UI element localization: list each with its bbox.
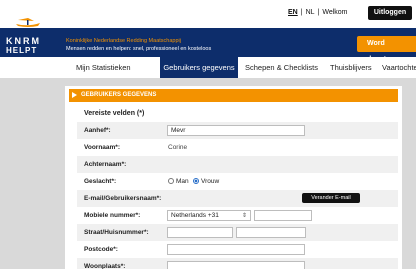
gender-man-label: Man (176, 178, 189, 185)
select-arrows-icon: ⇕ (241, 213, 247, 219)
woonplaats-row: Woonplaats*: (77, 258, 398, 269)
lang-en-link[interactable]: EN (288, 6, 298, 19)
tab-user-details[interactable]: Gebruikers gegevens (160, 57, 238, 78)
tab-thuisblijvers[interactable]: Thuisblijvers (330, 57, 380, 78)
logo-knrm-text: KNRM (6, 36, 41, 46)
woonplaats-label: Woonplaats*: (84, 263, 126, 269)
tab-ships-checklists[interactable]: Schepen & Checklists (245, 57, 325, 78)
welcome-text: Welkom (322, 9, 348, 16)
lifeboat-logo-icon (16, 18, 40, 27)
aanhef-label: Aanhef*: (84, 127, 111, 134)
country-code-value: Netherlands +31 (171, 212, 219, 219)
tab-statistics[interactable]: Mijn Statistieken (76, 57, 156, 78)
gender-vrouw-label: Vrouw (201, 178, 220, 185)
email-label: E-mail/Gebruikersnaam*: (84, 195, 162, 202)
required-fields-title: Vereiste velden (*) (84, 110, 145, 117)
voornaam-row: Voornaam*: Corine (77, 139, 398, 156)
postcode-row: Postcode*: (77, 241, 398, 258)
postcode-label: Postcode*: (84, 246, 118, 253)
email-row: E-mail/Gebruikersnaam*: Verander E-mail (77, 190, 398, 207)
postcode-input[interactable] (167, 244, 305, 255)
change-email-button[interactable]: Verander E-mail (302, 193, 360, 203)
section-header: GEBRUIKERS GEGEVENS (69, 89, 398, 102)
aanhef-row: Aanhef*: Mevr (77, 122, 398, 139)
achternaam-row: Achternaam*: (77, 156, 398, 173)
user-details-panel: GEBRUIKERS GEGEVENS Vereiste velden (*) … (65, 86, 402, 269)
achternaam-label: Achternaam*: (84, 161, 127, 168)
required-fields-row: Vereiste velden (*) (77, 105, 398, 122)
gender-man-radio[interactable] (168, 178, 174, 184)
triangle-icon (72, 92, 77, 98)
top-bar: EN | NL | Welkom Uitloggen (0, 0, 416, 28)
lang-nl-link[interactable]: NL (306, 6, 315, 19)
voornaam-label: Voornaam*: (84, 144, 120, 151)
aanhef-input[interactable]: Mevr (167, 125, 305, 136)
mobile-label: Mobiele nummer*: (84, 212, 141, 219)
voornaam-value: Corine (168, 144, 188, 151)
logo-helpt-text: HELPT (6, 46, 38, 55)
separator: | (300, 9, 303, 16)
separator: | (317, 9, 320, 16)
tab-vaartochten[interactable]: Vaartochte (382, 57, 416, 78)
street-row: Straat/Huisnummer*: (77, 224, 398, 241)
logout-button[interactable]: Uitloggen (368, 6, 412, 20)
country-code-select[interactable]: Netherlands +31 ⇕ (167, 210, 251, 221)
main-nav: Mijn Statistieken Gebruikers gegevens Sc… (0, 57, 416, 78)
woonplaats-input[interactable] (167, 261, 305, 269)
tagline: Mensen redden en helpen: snel, professio… (66, 46, 212, 52)
mobile-number-input[interactable] (254, 210, 312, 221)
knrm-logo[interactable]: KNRM HELPT (6, 36, 52, 56)
section-title: GEBRUIKERS GEGEVENS (81, 92, 157, 98)
geslacht-label: Geslacht*: (84, 178, 117, 185)
gender-vrouw-radio[interactable] (193, 178, 199, 184)
geslacht-row: Geslacht*: Man Vrouw (77, 173, 398, 190)
language-switcher: EN | NL | Welkom (288, 6, 364, 19)
house-number-input[interactable] (236, 227, 306, 238)
street-input[interactable] (167, 227, 233, 238)
street-label: Straat/Huisnummer*: (84, 229, 149, 236)
donate-button[interactable]: Word donateur (357, 36, 416, 63)
mobile-row: Mobiele nummer*: Netherlands +31 ⇕ (77, 207, 398, 224)
